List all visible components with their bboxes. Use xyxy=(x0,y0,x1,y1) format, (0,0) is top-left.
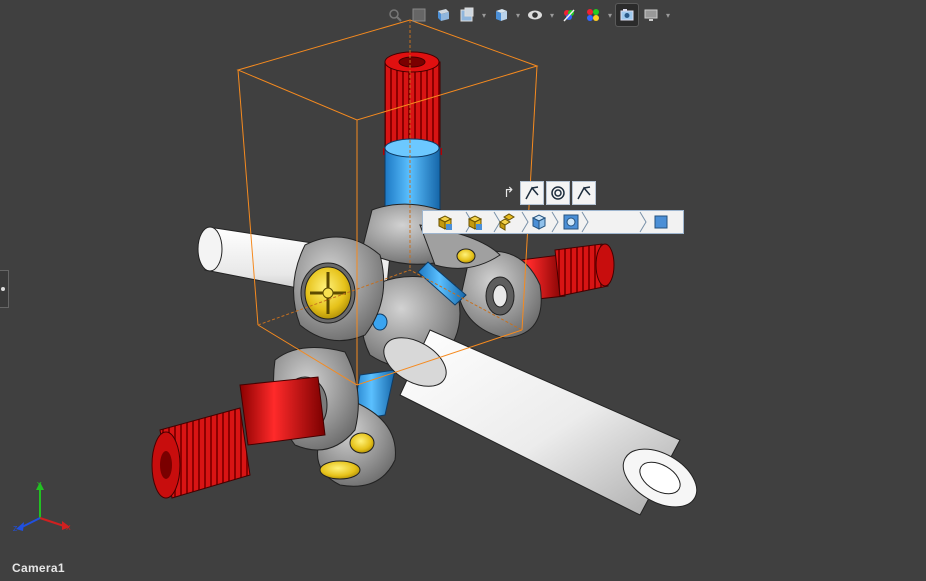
part-icon[interactable] xyxy=(528,212,550,232)
camera-view-icon[interactable] xyxy=(615,3,639,27)
camera-label: Camera1 xyxy=(12,561,65,575)
component-icon[interactable] xyxy=(496,212,518,232)
breadcrumb-separators xyxy=(465,211,647,233)
heads-up-view-toolbar xyxy=(384,3,672,27)
display-style-icon[interactable] xyxy=(524,4,546,26)
triad-z-label: Z xyxy=(13,526,18,533)
view-orientation-dropdown[interactable] xyxy=(514,4,522,26)
triad-y-label: Y xyxy=(37,482,42,489)
assembly-icon[interactable] xyxy=(434,212,456,232)
edge-icon[interactable] xyxy=(520,181,544,205)
context-toolbar-entities xyxy=(520,181,596,205)
breadcrumb-context-toolbar xyxy=(422,210,684,234)
model-scene[interactable]: Y X Z xyxy=(0,0,926,576)
face-icon[interactable] xyxy=(650,212,672,232)
triad-x-label: X xyxy=(66,525,71,532)
shaft-front-right[interactable] xyxy=(376,328,707,519)
selection-branch-arrow-icon: ↱ xyxy=(503,184,515,200)
section-view-icon[interactable] xyxy=(456,4,478,26)
view-orientation-icon[interactable] xyxy=(490,4,512,26)
section-view-dropdown[interactable] xyxy=(480,4,488,26)
display-style-dropdown[interactable] xyxy=(548,4,556,26)
display-monitor-icon[interactable] xyxy=(640,4,662,26)
reference-triad: Y X Z xyxy=(13,482,71,533)
body-icon[interactable] xyxy=(560,212,582,232)
zoom-to-area-icon[interactable] xyxy=(408,4,430,26)
apply-scene-icon[interactable] xyxy=(582,4,604,26)
yoke-left-front[interactable] xyxy=(293,236,385,342)
previous-view-icon[interactable] xyxy=(432,4,454,26)
concentric-icon[interactable] xyxy=(546,181,570,205)
display-monitor-dropdown[interactable] xyxy=(664,4,672,26)
subassembly-icon[interactable] xyxy=(464,212,486,232)
spline-shaft-lower-left[interactable] xyxy=(151,376,326,499)
graphics-area[interactable]: Y X Z ▾ ▾ ▾ ▾ ▾ ↱ Camera1 xyxy=(0,0,926,576)
feature-manager-flyout-tab[interactable] xyxy=(0,270,9,308)
zoom-to-fit-icon[interactable] xyxy=(384,4,406,26)
edge-alt-icon[interactable] xyxy=(572,181,596,205)
apply-scene-dropdown[interactable] xyxy=(606,4,614,26)
edit-appearance-icon[interactable] xyxy=(558,4,580,26)
